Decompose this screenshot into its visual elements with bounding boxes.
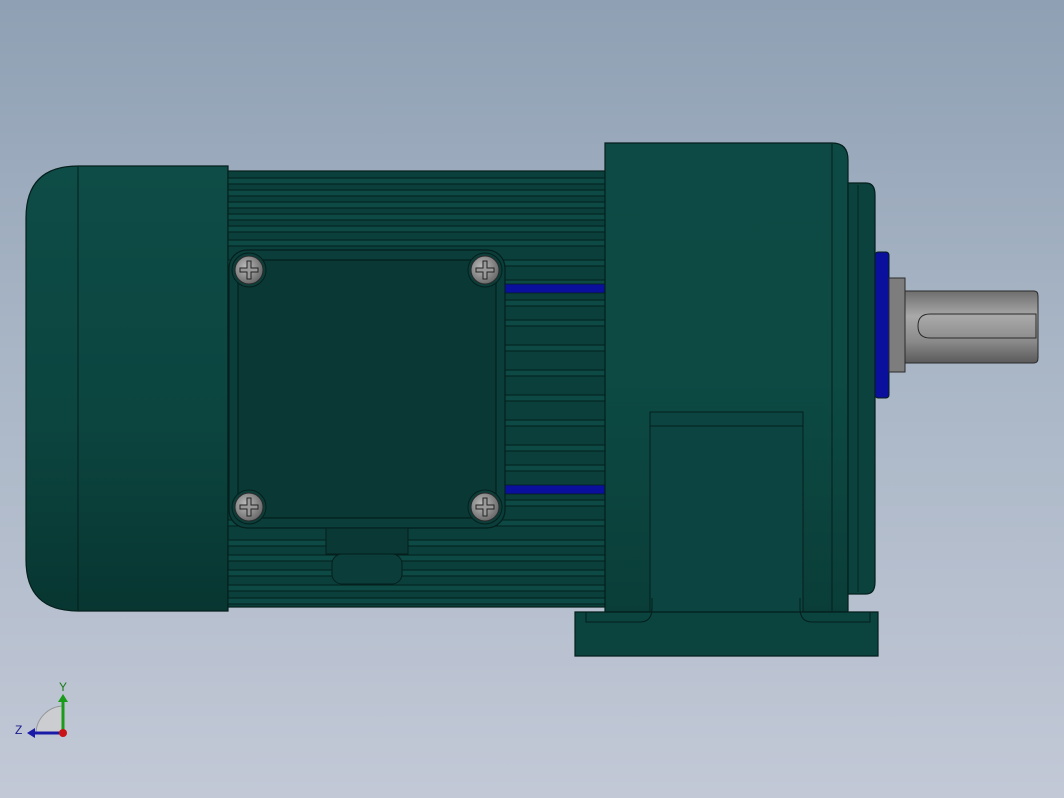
motor-fin xyxy=(227,201,607,209)
motor-fin xyxy=(227,597,607,605)
motor-fin xyxy=(227,569,607,577)
screw-top-left-icon[interactable] xyxy=(231,252,267,288)
y-axis-label: Y xyxy=(59,680,67,694)
z-arrow-head xyxy=(27,728,35,738)
coordinate-triad: Y Z xyxy=(15,680,68,738)
motor-fin xyxy=(227,189,607,197)
output-flange[interactable] xyxy=(847,182,876,595)
blue-accent-strip-lower xyxy=(504,484,606,495)
gearbox-housing[interactable] xyxy=(604,142,849,613)
x-axis-origin xyxy=(59,729,67,737)
screw-bottom-right-icon[interactable] xyxy=(467,489,503,525)
motor-fin xyxy=(227,554,607,562)
motor-end-cap[interactable] xyxy=(25,165,229,612)
motor-fin xyxy=(227,225,607,233)
z-axis-label: Z xyxy=(15,723,22,737)
motor-fin xyxy=(227,584,607,592)
cad-viewport[interactable]: Y Z xyxy=(0,0,1064,798)
screw-bottom-left-icon[interactable] xyxy=(231,489,267,525)
blue-accent-strip-upper xyxy=(504,283,606,294)
motor-fin xyxy=(227,213,607,221)
screw-top-right-icon[interactable] xyxy=(467,252,503,288)
y-arrow-head xyxy=(58,694,68,702)
motor-fin xyxy=(227,177,607,185)
motor-fin xyxy=(227,239,607,247)
motor-fin xyxy=(227,539,607,547)
output-shaft[interactable] xyxy=(888,277,1039,373)
blue-seal-ring xyxy=(874,251,890,399)
